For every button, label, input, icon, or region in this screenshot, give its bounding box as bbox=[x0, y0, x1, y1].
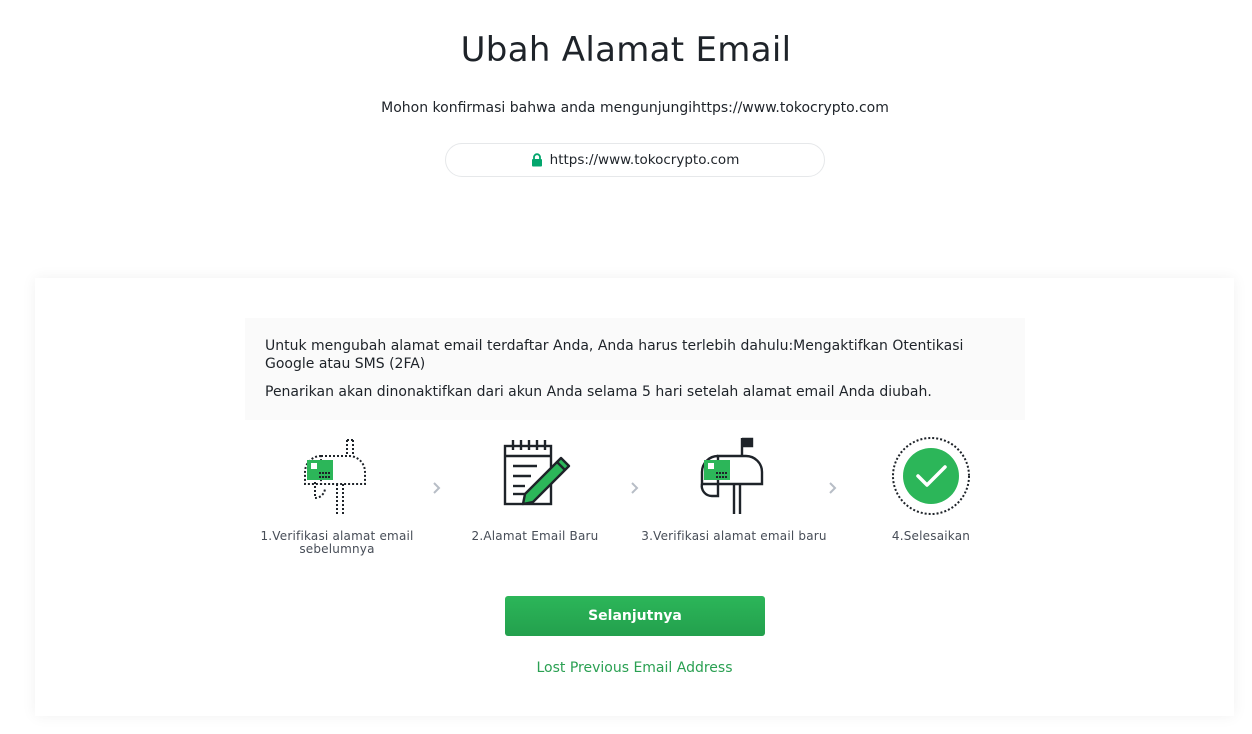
lost-previous-email-link[interactable]: Lost Previous Email Address bbox=[35, 660, 1234, 676]
notice-box: Untuk mengubah alamat email terdaftar An… bbox=[245, 318, 1025, 420]
step-complete: 4.Selesaikan bbox=[836, 436, 1026, 543]
step-label: 1.Verifikasi alamat email sebelumnya bbox=[260, 529, 414, 556]
check-circle-icon bbox=[892, 437, 970, 515]
notice-2fa-text: Untuk mengubah alamat email terdaftar An… bbox=[265, 338, 964, 372]
next-button[interactable]: Selanjutnya bbox=[505, 596, 765, 636]
notepad-pencil-icon bbox=[503, 440, 571, 506]
page-title: Ubah Alamat Email bbox=[460, 30, 792, 70]
step-label: 3.Verifikasi alamat email baru bbox=[641, 529, 827, 543]
change-email-card: Untuk mengubah alamat email terdaftar An… bbox=[35, 278, 1234, 716]
url-badge: https://www.tokocrypto.com bbox=[445, 143, 825, 177]
step-verify-new-email: 3.Verifikasi alamat email baru bbox=[639, 436, 829, 543]
step-label: 4.Selesaikan bbox=[891, 529, 971, 543]
step-progress: 1.Verifikasi alamat email sebelumnya 2.A… bbox=[245, 436, 1025, 566]
step-verify-old-email: 1.Verifikasi alamat email sebelumnya bbox=[242, 436, 432, 556]
mailbox-icon bbox=[700, 437, 764, 514]
confirm-url-text: Mohon konfirmasi bahwa anda mengunjungih… bbox=[381, 100, 889, 116]
url-text: https://www.tokocrypto.com bbox=[549, 152, 740, 168]
step-label: 2.Alamat Email Baru bbox=[471, 529, 599, 543]
mailbox-dotted-icon bbox=[304, 439, 366, 514]
lock-icon bbox=[531, 153, 543, 167]
notice-withdrawal-text: Penarikan akan dinonaktifkan dari akun A… bbox=[265, 384, 932, 400]
step-new-email: 2.Alamat Email Baru bbox=[440, 436, 630, 543]
